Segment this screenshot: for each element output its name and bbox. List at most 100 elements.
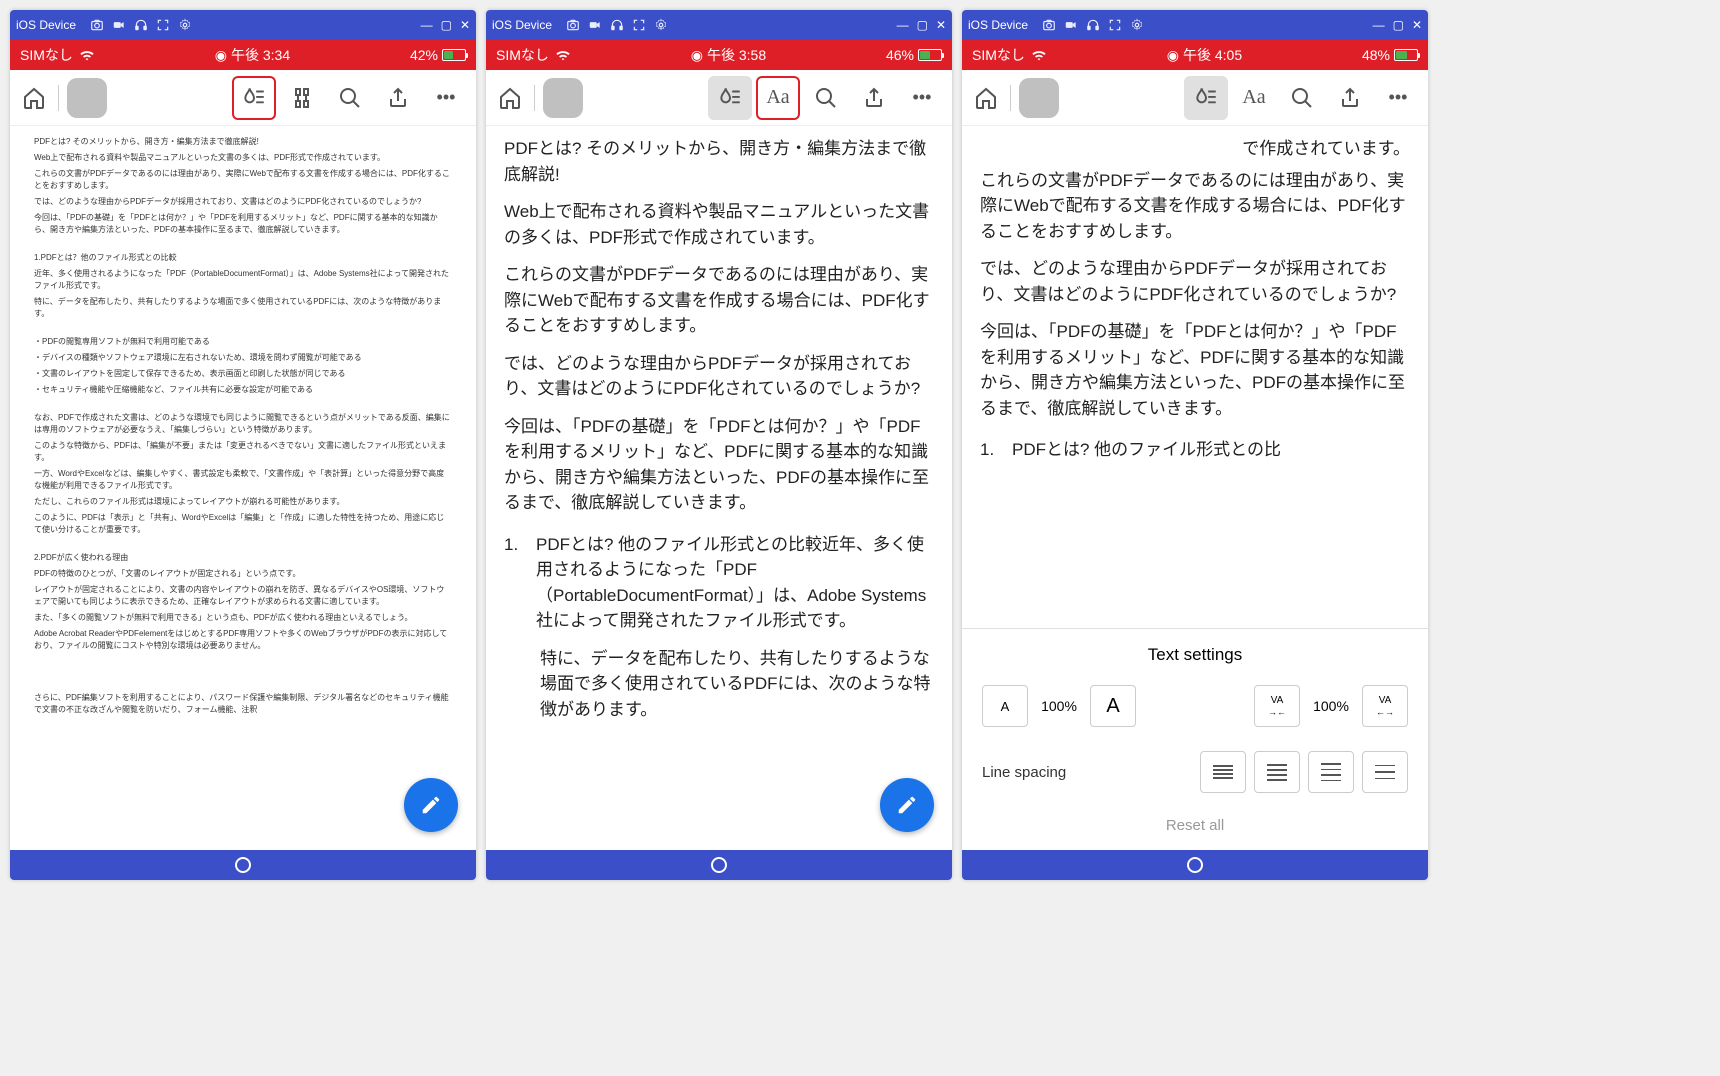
gear-icon[interactable]: [178, 18, 192, 32]
statusbar: SIMなし ◉午後 3:58 46%: [486, 40, 952, 70]
close-button[interactable]: ✕: [460, 18, 470, 32]
close-button[interactable]: ✕: [936, 18, 946, 32]
more-button[interactable]: •••: [424, 76, 468, 120]
list-text: PDFとは? 他のファイル形式との比: [1012, 437, 1410, 463]
app-toolbar: Aa •••: [962, 70, 1428, 126]
text-settings-button[interactable]: Aa: [1232, 76, 1276, 120]
line-spacing-label: Line spacing: [982, 764, 1082, 781]
minimize-button[interactable]: —: [421, 18, 433, 32]
nav-home-button[interactable]: [1187, 857, 1203, 873]
maximize-button[interactable]: ▢: [441, 18, 452, 32]
liquid-mode-button[interactable]: [232, 76, 276, 120]
line-spacing-1[interactable]: [1200, 751, 1246, 793]
wifi-icon: [79, 47, 95, 63]
liquid-mode-button[interactable]: [708, 76, 752, 120]
headset-icon[interactable]: [134, 18, 148, 32]
doc-p: 今回は、「PDFの基礎」を「PDFとは何か？」や「PDFを利用するメリット」など…: [980, 319, 1410, 421]
reader-button[interactable]: [280, 76, 324, 120]
app-toolbar: •••: [10, 70, 476, 126]
doc-p: 一方、WordやExcelなどは、編集しやすく、書式設定も柔軟で、「文書作成」や…: [34, 468, 452, 492]
share-button[interactable]: [1328, 76, 1372, 120]
char-spacing-decrease[interactable]: VA→←: [1254, 685, 1300, 727]
headset-icon[interactable]: [610, 18, 624, 32]
minimize-button[interactable]: —: [1373, 18, 1385, 32]
search-button[interactable]: [1280, 76, 1324, 120]
titlebar-title: iOS Device: [968, 18, 1028, 32]
reset-all-button[interactable]: Reset all: [982, 817, 1408, 834]
list-item: 1. PDFとは? 他のファイル形式との比: [980, 437, 1410, 463]
camera-icon[interactable]: [90, 18, 104, 32]
font-size-decrease[interactable]: A: [982, 685, 1028, 727]
android-navbar: [486, 850, 952, 880]
doc-p: なお、PDFで作成された文書は、どのような環境でも同じように閲覧できるという点が…: [34, 412, 452, 436]
doc-p: 特に、データを配布したり、共有したりするような場面で多く使用されているPDFには…: [34, 296, 452, 320]
camera-icon[interactable]: [1042, 18, 1056, 32]
home-button[interactable]: [18, 82, 50, 114]
sim-status: SIMなし: [20, 45, 73, 65]
doc-p: Web上で配布される資料や製品マニュアルといった文書の多くは、PDF形式で作成さ…: [34, 152, 452, 164]
nav-home-button[interactable]: [711, 857, 727, 873]
device-3: iOS Device — ▢ ✕ SIMなし ◉午後 4:05 48% Aa •…: [962, 10, 1428, 880]
window-controls: — ▢ ✕: [421, 18, 470, 32]
font-size-row: A 100% A VA→← 100% VA←→: [982, 685, 1408, 727]
home-button[interactable]: [494, 82, 526, 114]
edit-fab[interactable]: [880, 778, 934, 832]
doc-p: 今回は、「PDFの基礎」を「PDFとは何か？」や「PDFを利用するメリット」など…: [34, 212, 452, 236]
share-button[interactable]: [376, 76, 420, 120]
doc-b: ・セキュリティ機能や圧縮機能など、ファイル共有に必要な設定が可能である: [34, 384, 452, 396]
content-area[interactable]: で作成されています。 これらの文書がPDFデータであるのには理由があり、実際にW…: [962, 126, 1428, 850]
char-spacing-increase[interactable]: VA←→: [1362, 685, 1408, 727]
expand-icon[interactable]: [632, 18, 646, 32]
share-button[interactable]: [852, 76, 896, 120]
titlebar: iOS Device — ▢ ✕: [10, 10, 476, 40]
doc-h: 2.PDFが広く使われる理由: [34, 552, 452, 564]
sim-status: SIMなし: [496, 45, 549, 65]
home-button[interactable]: [970, 82, 1002, 114]
search-button[interactable]: [804, 76, 848, 120]
close-button[interactable]: ✕: [1412, 18, 1422, 32]
list-number: 1.: [504, 532, 524, 634]
time-label: 午後 3:58: [707, 45, 766, 65]
expand-icon[interactable]: [1108, 18, 1122, 32]
line-spacing-4[interactable]: [1362, 751, 1408, 793]
line-spacing-3[interactable]: [1308, 751, 1354, 793]
search-button[interactable]: [328, 76, 372, 120]
separator: [534, 85, 535, 111]
edit-fab[interactable]: [404, 778, 458, 832]
doc-thumbnail[interactable]: [67, 78, 107, 118]
clock-icon: ◉: [215, 47, 227, 64]
video-icon[interactable]: [112, 18, 126, 32]
separator: [58, 85, 59, 111]
doc-thumbnail[interactable]: [543, 78, 583, 118]
camera-icon[interactable]: [566, 18, 580, 32]
content-area[interactable]: PDFとは? そのメリットから、開き方・編集方法まで徹底解説! Web上で配布さ…: [486, 126, 952, 850]
font-size-increase[interactable]: A: [1090, 685, 1136, 727]
line-spacing-row: Line spacing: [982, 751, 1408, 793]
minimize-button[interactable]: —: [897, 18, 909, 32]
line-spacing-2[interactable]: [1254, 751, 1300, 793]
video-icon[interactable]: [1064, 18, 1078, 32]
document-liquid-view: で作成されています。 これらの文書がPDFデータであるのには理由があり、実際にW…: [962, 126, 1428, 628]
nav-home-button[interactable]: [235, 857, 251, 873]
more-button[interactable]: •••: [900, 76, 944, 120]
video-icon[interactable]: [588, 18, 602, 32]
doc-thumbnail[interactable]: [1019, 78, 1059, 118]
doc-p: これらの文書がPDFデータであるのには理由があり、実際にWebで配布する文書を作…: [34, 168, 452, 192]
doc-p: Adobe Acrobat ReaderやPDFelementをはじめとするPD…: [34, 628, 452, 652]
more-button[interactable]: •••: [1376, 76, 1420, 120]
maximize-button[interactable]: ▢: [1393, 18, 1404, 32]
content-area[interactable]: PDFとは? そのメリットから、開き方・編集方法まで徹底解説! Web上で配布さ…: [10, 126, 476, 850]
gear-icon[interactable]: [654, 18, 668, 32]
liquid-mode-button[interactable]: [1184, 76, 1228, 120]
battery-label: 46%: [886, 47, 914, 63]
expand-icon[interactable]: [156, 18, 170, 32]
battery-label: 42%: [410, 47, 438, 63]
headset-icon[interactable]: [1086, 18, 1100, 32]
text-settings-button[interactable]: Aa: [756, 76, 800, 120]
device-2: iOS Device — ▢ ✕ SIMなし ◉午後 3:58 46% Aa •…: [486, 10, 952, 880]
window-controls: — ▢ ✕: [1373, 18, 1422, 32]
maximize-button[interactable]: ▢: [917, 18, 928, 32]
doc-p: これらの文書がPDFデータであるのには理由があり、実際にWebで配布する文書を作…: [980, 168, 1410, 245]
sim-status: SIMなし: [972, 45, 1025, 65]
gear-icon[interactable]: [1130, 18, 1144, 32]
